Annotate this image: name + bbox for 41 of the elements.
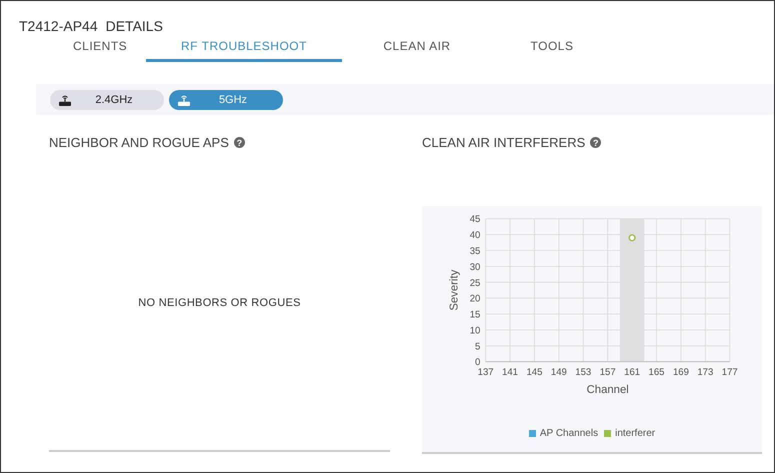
tick-label: 153 [575, 366, 592, 378]
tick-label: 15 [470, 310, 480, 321]
tick-label: 145 [526, 366, 542, 378]
tick-label: 177 [722, 366, 738, 378]
tick-label: 137 [478, 366, 494, 378]
tick-label: 25 [470, 278, 480, 289]
axis-title: Channel [586, 384, 629, 396]
tick-label: 20 [470, 294, 480, 305]
tab[interactable]: RF TROUBLESHOOT [146, 35, 342, 62]
legend-label: AP Channels [540, 428, 598, 439]
section-title: CLEAN AIR INTERFERERS [422, 135, 586, 150]
axis-title: Severity [448, 270, 461, 311]
tab[interactable]: CLIENTS [36, 35, 146, 62]
tick-label: 10 [470, 325, 480, 336]
router-icon [58, 94, 72, 106]
tick-label: 161 [624, 366, 640, 378]
tab[interactable]: TOOLS [492, 35, 612, 62]
tick-label: 40 [470, 230, 480, 242]
band-toggle[interactable]: 2.4GHz [50, 90, 164, 110]
tick-label: 169 [672, 366, 689, 378]
tick-label: 30 [470, 262, 480, 273]
tick-label: 45 [470, 214, 480, 226]
tick-label: 5 [475, 341, 480, 352]
interferer-point [628, 234, 636, 242]
page-title: DETAILS [106, 18, 163, 34]
help-icon[interactable]: ? [590, 137, 602, 148]
router-icon [177, 94, 191, 106]
tick-label: 165 [648, 366, 665, 378]
tick-label: 173 [697, 366, 714, 378]
tick-label: 0 [475, 357, 480, 368]
tick-label: 149 [550, 366, 567, 378]
legend-label: interferer [615, 428, 656, 439]
section-title: NEIGHBOR AND ROGUE APS [49, 135, 229, 150]
band-toggle[interactable]: 5GHz [169, 90, 283, 110]
tick-label: 35 [470, 246, 480, 257]
tick-label: 157 [600, 366, 616, 378]
help-icon[interactable]: ? [234, 137, 245, 148]
tab[interactable]: CLEAN AIR [342, 35, 492, 62]
device-name: T2412-AP44 [19, 18, 98, 34]
tick-label: 141 [502, 366, 518, 378]
empty-message: NO NEIGHBORS OR ROGUES [138, 297, 301, 309]
